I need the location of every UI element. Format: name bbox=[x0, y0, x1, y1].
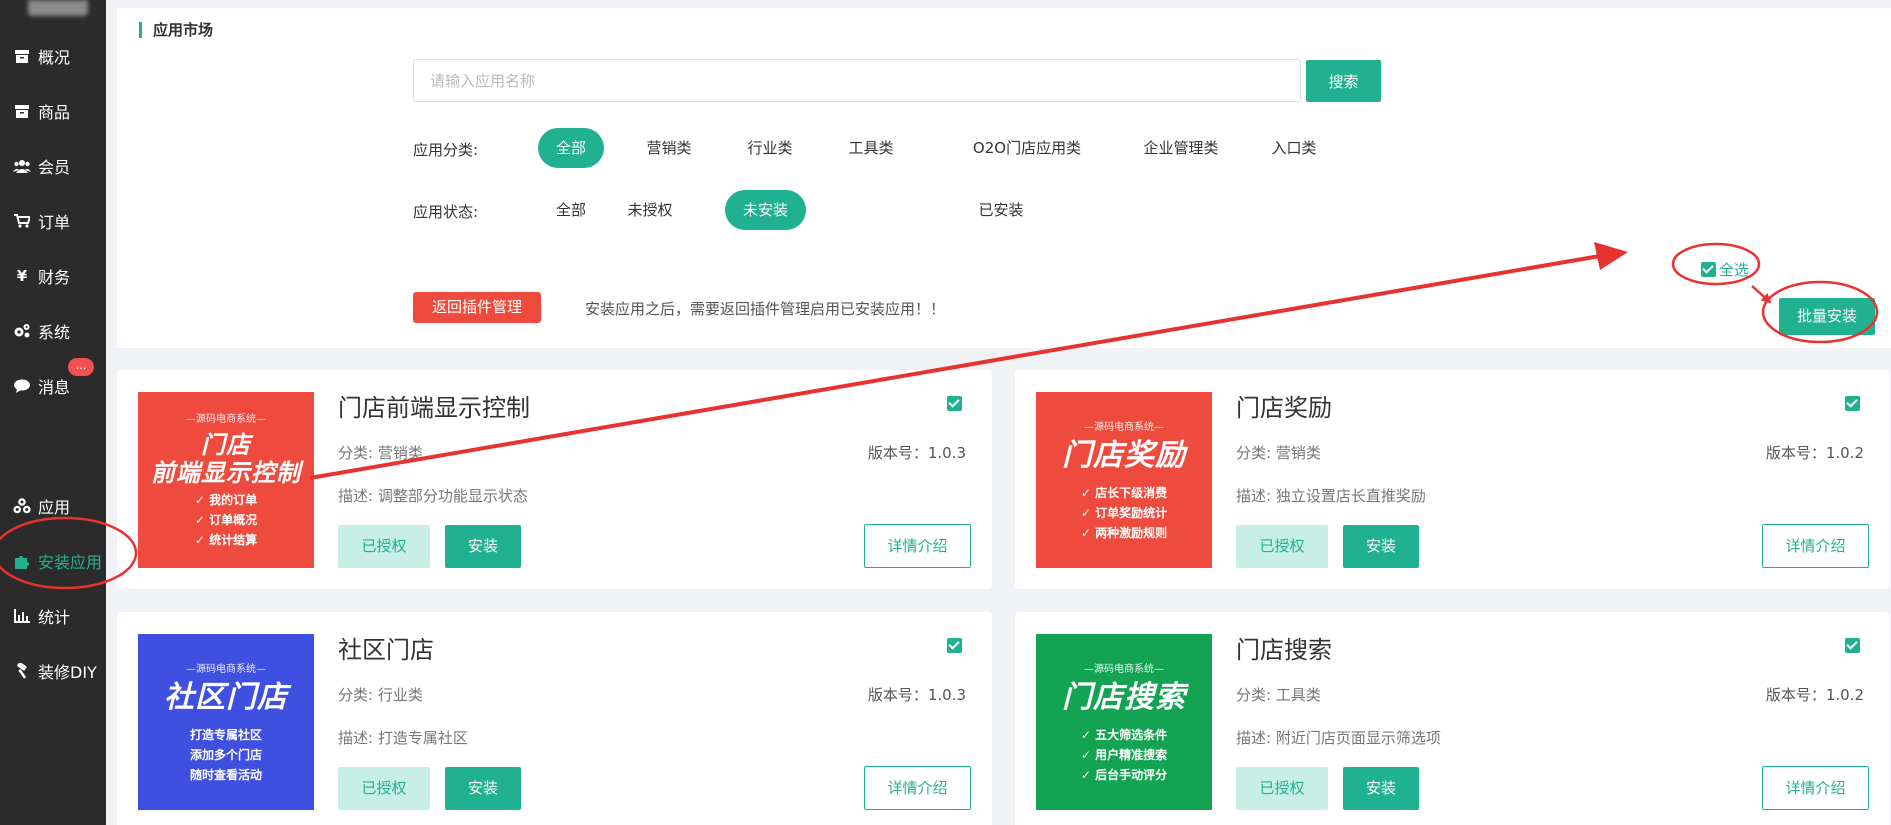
cart-icon bbox=[12, 212, 32, 230]
sidebar-item-finance[interactable]: ¥ 财务 bbox=[0, 256, 106, 296]
app-category: 分类: 行业类 bbox=[338, 686, 423, 704]
sidebar-item-label: 会员 bbox=[38, 158, 71, 177]
status-installed[interactable]: 已安装 bbox=[961, 190, 1041, 230]
cubes-icon bbox=[12, 497, 32, 515]
authorized-button[interactable]: 已授权 bbox=[1236, 767, 1328, 810]
app-version: 版本号：1.0.2 bbox=[1765, 444, 1864, 462]
search-button[interactable]: 搜索 bbox=[1306, 60, 1381, 102]
category-tools[interactable]: 工具类 bbox=[838, 128, 904, 168]
app-description: 描述: 附近门店页面显示筛选项 bbox=[1236, 729, 1441, 747]
app-select-checkbox[interactable] bbox=[947, 396, 962, 411]
app-version: 版本号：1.0.2 bbox=[1765, 686, 1864, 704]
sidebar-item-label: 订单 bbox=[38, 213, 71, 232]
app-cover-image: —源码电商系统— 门店 前端显示控制 ✓ 我的订单 ✓ 订单概况 ✓ 统计结算 bbox=[138, 392, 314, 568]
sidebar-item-orders[interactable]: 订单 bbox=[0, 201, 106, 241]
app-select-checkbox[interactable] bbox=[1845, 396, 1860, 411]
users-icon bbox=[12, 157, 32, 175]
category-marketing[interactable]: 营销类 bbox=[636, 128, 702, 168]
install-button[interactable]: 安装 bbox=[1343, 767, 1419, 810]
category-label: 应用分类: bbox=[413, 141, 479, 159]
sidebar-item-statistics[interactable]: 统计 bbox=[0, 596, 106, 636]
category-industry[interactable]: 行业类 bbox=[737, 128, 803, 168]
bar-chart-icon bbox=[12, 607, 32, 625]
app-title: 门店奖励 bbox=[1236, 394, 1332, 422]
app-select-checkbox[interactable] bbox=[947, 638, 962, 653]
app-description: 描述: 打造专属社区 bbox=[338, 729, 468, 747]
app-category: 分类: 营销类 bbox=[1236, 444, 1321, 462]
app-version: 版本号：1.0.3 bbox=[867, 444, 966, 462]
sidebar-item-install-apps[interactable]: 安装应用 bbox=[0, 541, 106, 581]
sidebar-item-label: 财务 bbox=[38, 268, 71, 287]
detail-button[interactable]: 详情介绍 bbox=[864, 766, 971, 810]
install-button[interactable]: 安装 bbox=[1343, 525, 1419, 568]
sidebar-item-overview[interactable]: 概况 bbox=[0, 36, 106, 76]
app-card: —源码电商系统— 社区门店 打造专属社区 添加多个门店 随时查看活动 社区门店 … bbox=[117, 612, 992, 825]
select-all-checkbox[interactable]: 全选 bbox=[1701, 259, 1749, 280]
message-badge: ... bbox=[68, 358, 94, 376]
detail-button[interactable]: 详情介绍 bbox=[1762, 766, 1869, 810]
sidebar-item-apps[interactable]: 应用 bbox=[0, 486, 106, 526]
sidebar-item-goods[interactable]: 商品 bbox=[0, 91, 106, 131]
gears-icon bbox=[12, 322, 32, 340]
app-title: 社区门店 bbox=[338, 636, 434, 664]
category-all[interactable]: 全部 bbox=[538, 128, 604, 168]
puzzle-icon bbox=[12, 552, 32, 570]
install-button[interactable]: 安装 bbox=[445, 767, 521, 810]
sidebar-item-label: 统计 bbox=[38, 608, 71, 627]
batch-install-button[interactable]: 批量安装 bbox=[1779, 298, 1875, 335]
install-notice: 安装应用之后，需要返回插件管理启用已安装应用！！ bbox=[585, 300, 946, 318]
category-entry[interactable]: 入口类 bbox=[1252, 128, 1336, 168]
authorized-button[interactable]: 已授权 bbox=[338, 525, 430, 568]
app-card: —源码电商系统— 门店搜索 ✓ 五大筛选条件 ✓ 用户精准搜索 ✓ 后台手动评分… bbox=[1015, 612, 1890, 825]
sidebar: 概况 商品 会员 订单 ¥ 财务 系统 消息 ... 应用 安装应用 统计 装修… bbox=[0, 0, 106, 825]
detail-button[interactable]: 详情介绍 bbox=[864, 524, 971, 568]
app-cover-image: —源码电商系统— 社区门店 打造专属社区 添加多个门店 随时查看活动 bbox=[138, 634, 314, 810]
sidebar-item-label: 消息 bbox=[38, 378, 71, 397]
app-title: 门店搜索 bbox=[1236, 636, 1332, 664]
check-icon bbox=[1701, 262, 1716, 277]
app-card: —源码电商系统— 门店 前端显示控制 ✓ 我的订单 ✓ 订单概况 ✓ 统计结算 … bbox=[117, 370, 992, 589]
authorized-button[interactable]: 已授权 bbox=[338, 767, 430, 810]
box-icon bbox=[12, 47, 32, 65]
sidebar-item-label: 概况 bbox=[38, 48, 71, 67]
select-all-label: 全选 bbox=[1719, 261, 1750, 279]
status-not-installed[interactable]: 未安装 bbox=[725, 190, 806, 230]
sidebar-item-label: 应用 bbox=[38, 498, 71, 517]
sidebar-item-members[interactable]: 会员 bbox=[0, 146, 106, 186]
back-to-plugin-button[interactable]: 返回插件管理 bbox=[413, 292, 541, 323]
app-version: 版本号：1.0.3 bbox=[867, 686, 966, 704]
yen-icon: ¥ bbox=[16, 267, 28, 285]
avatar[interactable] bbox=[28, 0, 88, 16]
app-card: —源码电商系统— 门店奖励 ✓ 店长下级消费 ✓ 订单奖励统计 ✓ 两种激励规则… bbox=[1015, 370, 1890, 589]
app-title: 门店前端显示控制 bbox=[338, 394, 530, 422]
app-description: 描述: 调整部分功能显示状态 bbox=[338, 487, 528, 505]
app-cover-image: —源码电商系统— 门店奖励 ✓ 店长下级消费 ✓ 订单奖励统计 ✓ 两种激励规则 bbox=[1036, 392, 1212, 568]
sidebar-item-label: 商品 bbox=[38, 103, 71, 122]
sidebar-item-diy[interactable]: 装修DIY bbox=[0, 651, 106, 691]
sidebar-item-system[interactable]: 系统 bbox=[0, 311, 106, 351]
app-category: 分类: 工具类 bbox=[1236, 686, 1321, 704]
box-icon bbox=[12, 102, 32, 120]
chat-icon bbox=[12, 377, 32, 395]
sidebar-item-label: 装修DIY bbox=[38, 663, 97, 682]
install-button[interactable]: 安装 bbox=[445, 525, 521, 568]
status-unauthorized[interactable]: 未授权 bbox=[610, 190, 690, 230]
page-title: 应用市场 bbox=[139, 22, 213, 38]
detail-button[interactable]: 详情介绍 bbox=[1762, 524, 1869, 568]
sidebar-item-label: 系统 bbox=[38, 323, 71, 342]
app-description: 描述: 独立设置店长直推奖励 bbox=[1236, 487, 1426, 505]
hammer-icon bbox=[12, 662, 32, 680]
app-category: 分类: 营销类 bbox=[338, 444, 423, 462]
app-market-panel: 应用市场 搜索 应用分类: 全部 营销类 行业类 工具类 O2O门店应用类 企业… bbox=[117, 8, 1891, 348]
status-all[interactable]: 全部 bbox=[538, 190, 604, 230]
app-cover-image: —源码电商系统— 门店搜索 ✓ 五大筛选条件 ✓ 用户精准搜索 ✓ 后台手动评分 bbox=[1036, 634, 1212, 810]
category-o2o[interactable]: O2O门店应用类 bbox=[953, 128, 1101, 168]
search-input[interactable] bbox=[413, 59, 1301, 102]
category-enterprise[interactable]: 企业管理类 bbox=[1125, 128, 1237, 168]
status-label: 应用状态: bbox=[413, 203, 479, 221]
sidebar-item-label: 安装应用 bbox=[38, 553, 103, 572]
authorized-button[interactable]: 已授权 bbox=[1236, 525, 1328, 568]
app-select-checkbox[interactable] bbox=[1845, 638, 1860, 653]
